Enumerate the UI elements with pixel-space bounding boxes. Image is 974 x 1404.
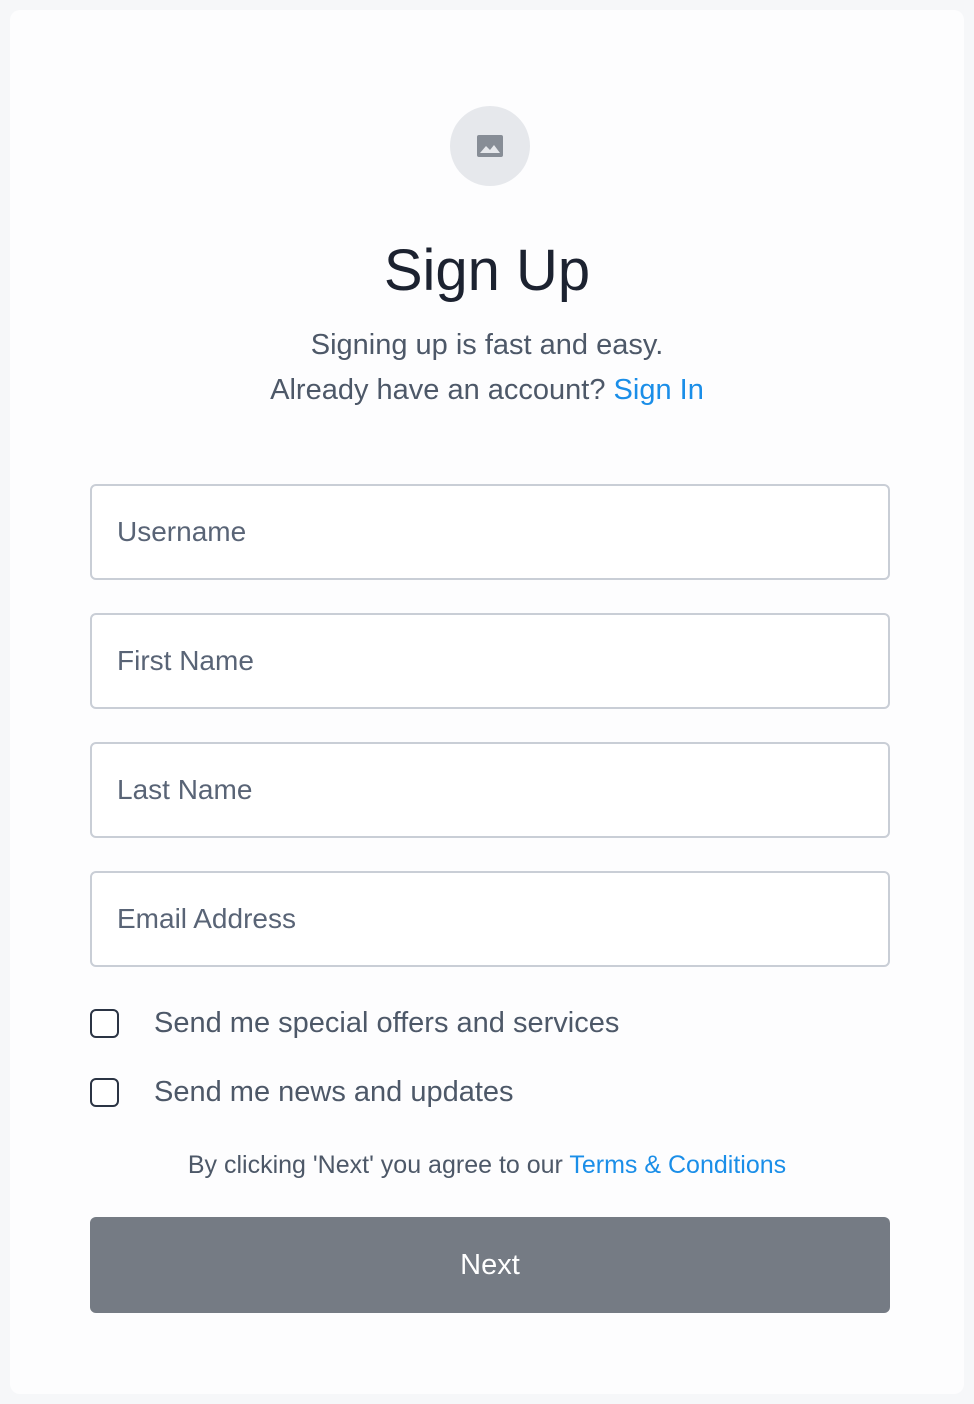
news-checkbox-row[interactable]: Send me news and updates [90,1074,890,1110]
first-name-input[interactable] [90,613,890,709]
email-input[interactable] [90,871,890,967]
offers-checkbox[interactable] [90,1008,119,1038]
subtitle: Signing up is fast and easy. [310,329,664,361]
offers-checkbox-label: Send me special offers and services [154,1006,620,1039]
username-input[interactable] [90,484,890,580]
terms-link[interactable]: Terms & Conditions [569,1151,786,1179]
terms-notice: By clicking 'Next' you agree to our Term… [10,1148,964,1182]
signin-prompt-line: Already have an account? Sign In [10,370,964,410]
terms-prefix: By clicking 'Next' you agree to our [187,1151,563,1179]
news-checkbox[interactable] [90,1077,119,1107]
offers-checkbox-row[interactable]: Send me special offers and services [90,1005,890,1041]
page-title: Sign Up [383,238,591,303]
news-checkbox-label: Send me news and updates [154,1075,514,1108]
last-name-input[interactable] [90,742,890,838]
logo-placeholder [450,106,530,186]
signup-card: Sign Up Signing up is fast and easy. Alr… [10,10,964,1394]
image-placeholder-icon [477,135,503,157]
signin-prompt: Already have an account? [270,374,606,406]
sign-in-link[interactable]: Sign In [614,374,704,406]
next-button[interactable]: Next [90,1217,890,1313]
